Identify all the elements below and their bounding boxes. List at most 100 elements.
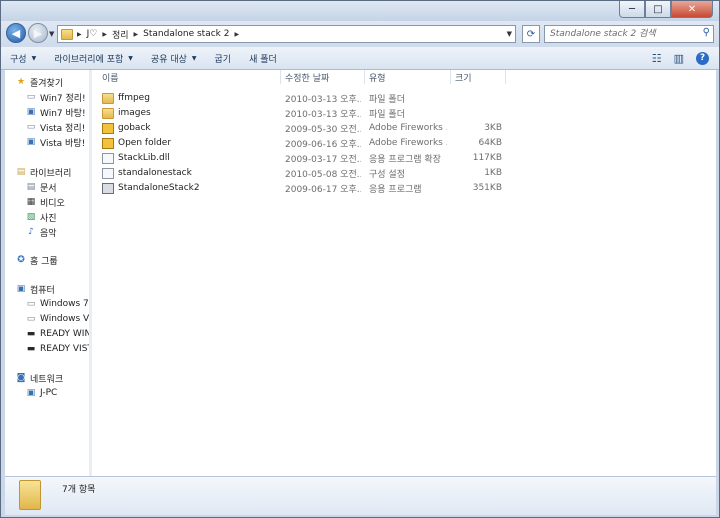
sidebar-item-videos[interactable]: ▦ 비디오: [25, 195, 65, 209]
sidebar-label: J-PC: [40, 388, 58, 398]
maximize-button[interactable]: □: [645, 1, 671, 18]
address-bar[interactable]: ▶ J♡ ▶ 정리 ▶ Standalone stack 2 ▶ ▼: [57, 25, 516, 43]
breadcrumb-separator-icon[interactable]: ▶: [77, 31, 82, 38]
sidebar-item-windows-vista-drive[interactable]: ▭ Windows Vi: [25, 312, 89, 326]
column-divider[interactable]: [280, 70, 281, 84]
include-in-library-menu[interactable]: 라이브러리에 포함 ▼: [45, 47, 142, 69]
column-header-name[interactable]: 이름: [102, 70, 119, 84]
file-name: StandaloneStack2: [118, 183, 200, 193]
navigation-pane: ★ 즐겨찾기 ▭ Win7 정리! ▣ Win7 바탕! ▭ Vista 정리! ▣ Vi…: [5, 70, 89, 476]
sidebar-item-ready-win-drive[interactable]: ▬ READY WIN: [25, 327, 89, 341]
file-size: 351KB: [472, 183, 502, 193]
file-row[interactable]: goback 2009-05-30 오전... Adobe Fireworks …: [92, 121, 612, 135]
sidebar-item-windows7-drive[interactable]: ▭ Windows 7: [25, 297, 89, 311]
library-icon: ▤: [16, 167, 26, 177]
file-type: 구성 설정: [369, 169, 405, 180]
sidebar-label: Win7 바탕!: [40, 108, 86, 119]
file-modified: 2009-05-30 오전...: [285, 124, 361, 135]
drive-icon: ▬: [26, 329, 36, 339]
column-divider[interactable]: [450, 70, 451, 84]
file-row[interactable]: ffmpeg 2010-03-13 오후... 파일 폴더: [92, 91, 612, 105]
file-row[interactable]: StackLib.dll 2009-03-17 오전... 응용 프로그램 확장…: [92, 151, 612, 165]
sidebar-libraries[interactable]: ▤ 라이브러리: [15, 165, 72, 179]
sidebar-item-pictures[interactable]: ▧ 사진: [25, 210, 57, 224]
sidebar-label: 음악: [40, 228, 57, 239]
config-icon: [102, 167, 114, 179]
sidebar-item-vista-notes[interactable]: ▭ Vista 정리!: [25, 120, 86, 134]
drive-shortcut-icon: ▭: [26, 122, 36, 132]
sidebar-label: 라이브러리: [30, 168, 72, 179]
sidebar-item-documents[interactable]: ▤ 문서: [25, 180, 57, 194]
sidebar-computer[interactable]: ▣ 컴퓨터: [15, 282, 55, 296]
sidebar-network[interactable]: ◙ 네트워크: [15, 371, 64, 385]
sidebar-item-win7-desktop[interactable]: ▣ Win7 바탕!: [25, 105, 86, 119]
breadcrumb-item[interactable]: J♡: [87, 29, 98, 39]
file-row[interactable]: Open folder 2009-06-16 오후... Adobe Firew…: [92, 136, 612, 150]
sidebar-label: 비디오: [40, 198, 65, 209]
file-type: Adobe Fireworks ...: [369, 123, 447, 133]
search-box[interactable]: ⚲: [544, 25, 714, 43]
breadcrumb-separator-icon[interactable]: ▶: [234, 31, 239, 38]
close-button[interactable]: ✕: [671, 1, 713, 18]
title-bar[interactable]: ─ □ ✕: [1, 1, 719, 21]
file-modified: 2010-05-08 오전...: [285, 169, 361, 180]
organize-menu[interactable]: 구성 ▼: [1, 47, 45, 69]
column-divider[interactable]: [505, 70, 506, 84]
sidebar-item-ready-vista-drive[interactable]: ▬ READY VIST: [25, 342, 89, 356]
file-list: 이름 수정한 날짜 유형 크기 ffmpeg 2010-03-13 오후... …: [92, 70, 716, 476]
search-input[interactable]: [550, 27, 700, 41]
sidebar-item-j-pc[interactable]: ▣ J-PC: [25, 386, 58, 400]
file-modified: 2010-03-13 오후...: [285, 94, 361, 105]
address-dropdown-icon[interactable]: ▼: [507, 30, 512, 38]
file-row[interactable]: standalonestack 2010-05-08 오전... 구성 설정 1…: [92, 166, 612, 180]
help-button[interactable]: ?: [696, 51, 709, 65]
file-type: 응용 프로그램: [369, 184, 422, 195]
navigation-bar: ◀ ▶ ▼ ▶ J♡ ▶ 정리 ▶ Standalone stack 2 ▶ ▼…: [1, 21, 719, 47]
file-name: ffmpeg: [118, 93, 150, 103]
sidebar-item-win7-notes[interactable]: ▭ Win7 정리!: [25, 90, 86, 104]
fireworks-icon: [102, 137, 114, 149]
forward-button[interactable]: ▶: [28, 23, 48, 43]
refresh-button[interactable]: ⟳: [522, 25, 540, 43]
file-name: Open folder: [118, 138, 172, 148]
sidebar-label: 네트워크: [30, 374, 64, 385]
burn-button[interactable]: 굽기: [206, 47, 241, 69]
breadcrumb-item[interactable]: 정리: [112, 28, 129, 41]
dll-icon: [102, 152, 114, 164]
back-button[interactable]: ◀: [6, 23, 26, 43]
include-in-library-label: 라이브러리에 포함: [54, 54, 124, 65]
column-header-size[interactable]: 크기: [455, 70, 472, 84]
sidebar-label: Windows 7: [40, 299, 89, 309]
sidebar-label: Vista 바탕!: [40, 138, 86, 149]
preview-pane-icon[interactable]: ▥: [674, 52, 684, 65]
folder-icon: [102, 107, 114, 119]
file-name: images: [118, 108, 151, 118]
sidebar-homegroup[interactable]: ✪ 홈 그룹: [15, 253, 57, 267]
recent-pages-dropdown[interactable]: ▼: [49, 30, 54, 38]
column-header-type[interactable]: 유형: [369, 70, 386, 84]
column-divider[interactable]: [364, 70, 365, 84]
file-row[interactable]: images 2010-03-13 오후... 파일 폴더: [92, 106, 612, 120]
search-icon[interactable]: ⚲: [703, 27, 710, 38]
new-folder-button[interactable]: 새 폴더: [240, 47, 286, 69]
computer-icon: ▣: [16, 284, 26, 294]
sidebar-item-music[interactable]: ♪ 음악: [25, 225, 57, 239]
file-name: goback: [118, 123, 151, 133]
column-header-modified[interactable]: 수정한 날짜: [285, 70, 329, 84]
file-row[interactable]: StandaloneStack2 2009-06-17 오후... 응용 프로그…: [92, 181, 612, 195]
breadcrumb-separator-icon[interactable]: ▶: [134, 31, 139, 38]
video-icon: ▦: [26, 197, 36, 207]
sidebar-label: 사진: [40, 213, 57, 224]
desktop-shortcut-icon: ▣: [26, 137, 36, 147]
minimize-button[interactable]: ─: [619, 1, 645, 18]
breadcrumb-separator-icon[interactable]: ▶: [102, 31, 107, 38]
share-with-menu[interactable]: 공유 대상 ▼: [142, 47, 206, 69]
folder-icon: [19, 480, 41, 510]
file-modified: 2009-06-16 오후...: [285, 139, 361, 150]
view-options-icon[interactable]: ☷: [652, 52, 662, 65]
sidebar-item-vista-desktop[interactable]: ▣ Vista 바탕!: [25, 135, 86, 149]
breadcrumb-item[interactable]: Standalone stack 2: [143, 29, 229, 39]
sidebar-favorites[interactable]: ★ 즐겨찾기: [15, 75, 63, 89]
drive-icon: ▭: [26, 299, 36, 309]
chevron-down-icon: ▼: [191, 54, 197, 62]
